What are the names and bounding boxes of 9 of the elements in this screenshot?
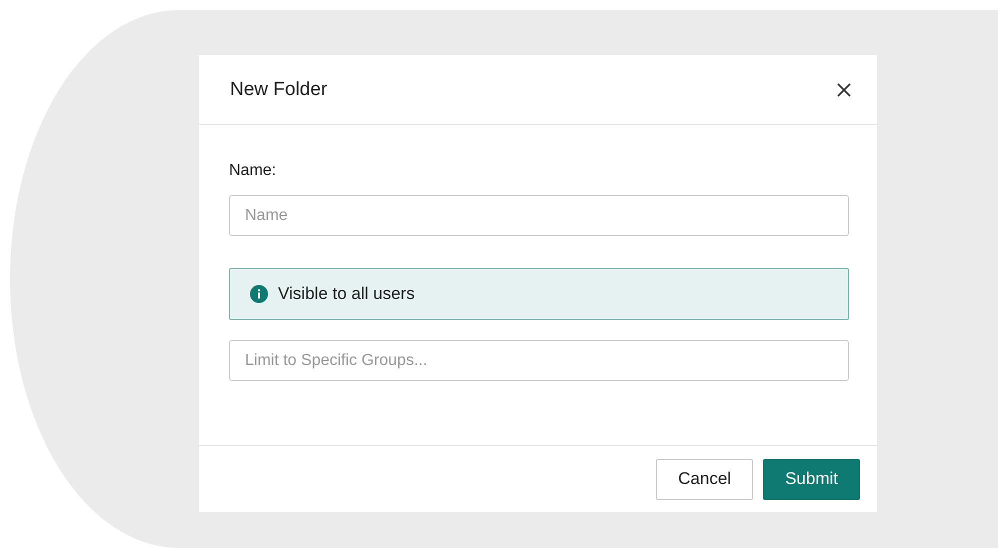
info-icon bbox=[250, 285, 268, 303]
notice-text: Visible to all users bbox=[278, 284, 415, 304]
name-label: Name: bbox=[229, 162, 278, 180]
groups-field[interactable]: Limit to Specific Groups... bbox=[229, 340, 849, 381]
cancel-button[interactable]: Cancel bbox=[656, 458, 754, 500]
close-icon[interactable] bbox=[836, 82, 852, 98]
dialog-title: New Folder bbox=[230, 78, 328, 100]
name-field[interactable]: Name bbox=[229, 195, 849, 236]
submit-button[interactable]: Submit bbox=[763, 458, 860, 500]
